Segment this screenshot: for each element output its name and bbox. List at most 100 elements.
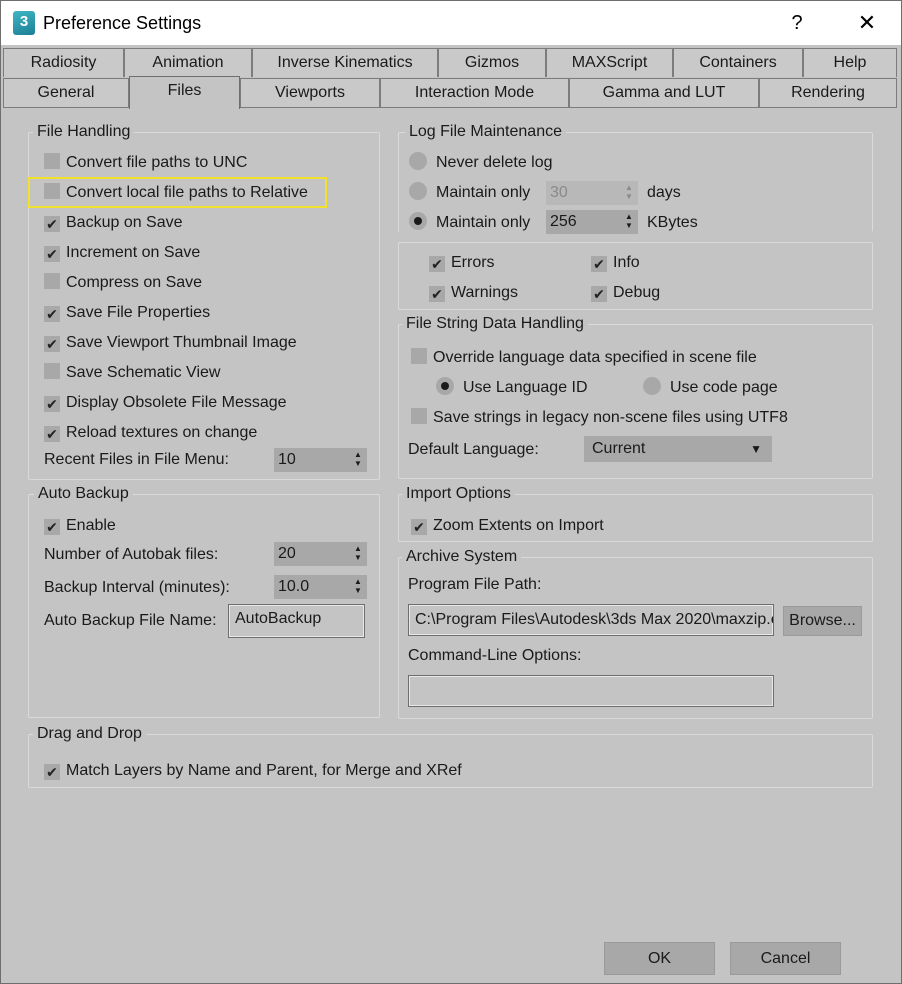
warnings-checkbox[interactable]: ✔ [429, 286, 445, 302]
maintain-kbytes-radio[interactable] [409, 212, 427, 230]
warnings-option[interactable]: ✔ Warnings [429, 282, 518, 304]
help-button[interactable]: ? [777, 9, 817, 37]
override-language-option[interactable]: Override language data specified in scen… [411, 347, 757, 369]
program-path-label: Program File Path: [408, 576, 542, 593]
autobak-count-value: 20 [278, 545, 296, 562]
import-options-title: Import Options [402, 485, 515, 503]
match-layers-option[interactable]: ✔ Match Layers by Name and Parent, for Me… [44, 760, 462, 782]
chevron-down-icon: ▼ [750, 442, 762, 456]
never-delete-radio[interactable] [409, 152, 427, 170]
errors-checkbox[interactable]: ✔ [429, 256, 445, 272]
spinner-arrows-icon[interactable]: ▲ ▼ [624, 183, 634, 203]
spinner-arrows-icon[interactable]: ▲ ▼ [353, 450, 363, 470]
maintain-days-option[interactable]: Maintain only [409, 182, 530, 204]
use-language-id-radio[interactable] [436, 377, 454, 395]
days-unit-label: days [647, 184, 681, 201]
reload-textures-checkbox[interactable]: ✔ [44, 426, 60, 442]
save-schematic-option[interactable]: Save Schematic View [44, 362, 220, 384]
tab-animation[interactable]: Animation [124, 48, 252, 77]
autobackup-enable-option[interactable]: ✔ Enable [44, 515, 116, 537]
display-obsolete-checkbox[interactable]: ✔ [44, 396, 60, 412]
save-thumbnail-label: Save Viewport Thumbnail Image [66, 334, 297, 351]
zoom-extents-label: Zoom Extents on Import [433, 517, 604, 534]
title-bar: 3 Preference Settings ? ✕ [1, 1, 901, 45]
file-string-title: File String Data Handling [402, 315, 588, 333]
increment-on-save-checkbox[interactable]: ✔ [44, 246, 60, 262]
never-delete-option[interactable]: Never delete log [409, 152, 553, 174]
days-spinner[interactable]: 30 ▲ ▼ [546, 181, 638, 205]
use-language-id-label: Use Language ID [463, 379, 588, 396]
info-checkbox[interactable]: ✔ [591, 256, 607, 272]
tab-gizmos[interactable]: Gizmos [438, 48, 546, 77]
ok-button[interactable]: OK [604, 942, 715, 975]
save-thumbnail-checkbox[interactable]: ✔ [44, 336, 60, 352]
debug-option[interactable]: ✔ Debug [591, 282, 660, 304]
zoom-extents-option[interactable]: ✔ Zoom Extents on Import [411, 515, 604, 537]
backup-interval-value: 10.0 [278, 578, 310, 595]
convert-relative-checkbox[interactable] [44, 183, 60, 199]
save-file-properties-label: Save File Properties [66, 304, 211, 321]
tab-rendering[interactable]: Rendering [759, 78, 897, 107]
compress-on-save-checkbox[interactable] [44, 273, 60, 289]
recent-files-label: Recent Files in File Menu: [44, 451, 229, 468]
maintain-days-radio[interactable] [409, 182, 427, 200]
compress-on-save-label: Compress on Save [66, 274, 203, 291]
convert-relative-option[interactable]: Convert local file paths to Relative [44, 182, 308, 204]
cancel-button[interactable]: Cancel [730, 942, 841, 975]
display-obsolete-option[interactable]: ✔ Display Obsolete File Message [44, 392, 287, 414]
tab-viewports[interactable]: Viewports [240, 78, 380, 107]
tab-general[interactable]: General [3, 78, 129, 107]
errors-option[interactable]: ✔ Errors [429, 252, 495, 274]
convert-unc-checkbox[interactable] [44, 153, 60, 169]
backup-file-name-input[interactable]: AutoBackup [228, 604, 365, 638]
zoom-extents-checkbox[interactable]: ✔ [411, 519, 427, 535]
spinner-arrows-icon[interactable]: ▲ ▼ [353, 577, 363, 597]
save-strings-utf8-option[interactable]: Save strings in legacy non-scene files u… [411, 407, 788, 429]
backup-on-save-option[interactable]: ✔ Backup on Save [44, 212, 183, 234]
maintain-kbytes-option[interactable]: Maintain only [409, 212, 530, 234]
tab-help[interactable]: Help [803, 48, 897, 77]
tab-files[interactable]: Files [129, 76, 240, 109]
autobak-count-spinner[interactable]: 20 ▲ ▼ [274, 542, 367, 566]
default-language-label: Default Language: [408, 441, 539, 458]
backup-interval-spinner[interactable]: 10.0 ▲ ▼ [274, 575, 367, 599]
compress-on-save-option[interactable]: Compress on Save [44, 272, 202, 294]
save-file-properties-checkbox[interactable]: ✔ [44, 306, 60, 322]
tab-inverse-kinematics[interactable]: Inverse Kinematics [252, 48, 438, 77]
save-thumbnail-option[interactable]: ✔ Save Viewport Thumbnail Image [44, 332, 297, 354]
window-title: Preference Settings [43, 13, 202, 33]
debug-checkbox[interactable]: ✔ [591, 286, 607, 302]
backup-on-save-label: Backup on Save [66, 214, 183, 231]
backup-file-name-label: Auto Backup File Name: [44, 612, 217, 629]
default-language-dropdown[interactable]: Current ▼ [584, 436, 772, 462]
spinner-arrows-icon[interactable]: ▲ ▼ [624, 212, 634, 232]
browse-button[interactable]: Browse... [783, 606, 862, 636]
tab-interaction-mode[interactable]: Interaction Mode [380, 78, 569, 107]
kbytes-value: 256 [550, 213, 577, 230]
use-code-page-option[interactable]: Use code page [643, 377, 778, 399]
use-code-page-radio[interactable] [643, 377, 661, 395]
use-language-id-option[interactable]: Use Language ID [436, 377, 588, 399]
tab-maxscript[interactable]: MAXScript [546, 48, 673, 77]
info-option[interactable]: ✔ Info [591, 252, 640, 274]
increment-on-save-option[interactable]: ✔ Increment on Save [44, 242, 200, 264]
cmdline-options-input[interactable] [408, 675, 774, 707]
save-file-properties-option[interactable]: ✔ Save File Properties [44, 302, 210, 324]
override-language-checkbox[interactable] [411, 348, 427, 364]
spinner-arrows-icon[interactable]: ▲ ▼ [353, 544, 363, 564]
save-strings-utf8-checkbox[interactable] [411, 408, 427, 424]
convert-unc-option[interactable]: Convert file paths to UNC [44, 152, 247, 174]
tab-radiosity[interactable]: Radiosity [3, 48, 124, 77]
autobackup-enable-checkbox[interactable]: ✔ [44, 519, 60, 535]
kbytes-spinner[interactable]: 256 ▲ ▼ [546, 210, 638, 234]
info-label: Info [613, 254, 640, 271]
reload-textures-option[interactable]: ✔ Reload textures on change [44, 422, 257, 444]
recent-files-spinner[interactable]: 10 ▲ ▼ [274, 448, 367, 472]
save-schematic-checkbox[interactable] [44, 363, 60, 379]
program-path-input[interactable]: C:\Program Files\Autodesk\3ds Max 2020\m… [408, 604, 774, 636]
close-button[interactable]: ✕ [847, 9, 887, 37]
backup-on-save-checkbox[interactable]: ✔ [44, 216, 60, 232]
tab-gamma-and-lut[interactable]: Gamma and LUT [569, 78, 759, 107]
tab-containers[interactable]: Containers [673, 48, 803, 77]
match-layers-checkbox[interactable]: ✔ [44, 764, 60, 780]
